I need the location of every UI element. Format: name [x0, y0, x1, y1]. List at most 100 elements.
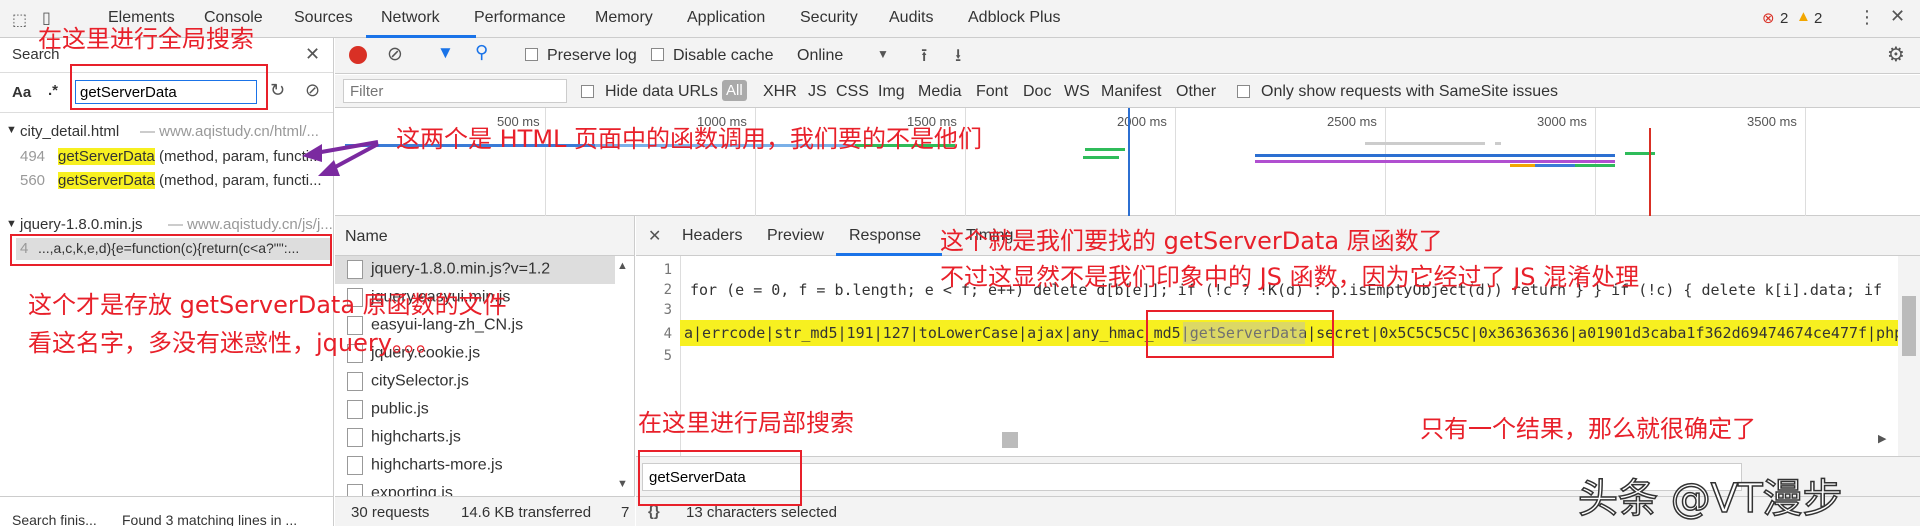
tab-sources[interactable]: Sources: [294, 9, 353, 27]
result-file-name[interactable]: jquery-1.8.0.min.js: [20, 216, 143, 233]
warning-icon[interactable]: ▲: [1796, 8, 1811, 25]
search-result-summary: Found 3 matching lines in ...: [122, 512, 298, 526]
request-row[interactable]: jquery-1.8.0.min.js?v=1.2: [347, 260, 550, 279]
search-icon[interactable]: ⚲: [475, 42, 488, 63]
request-row[interactable]: public.js: [347, 400, 429, 419]
type-filter-all[interactable]: All: [722, 80, 747, 101]
warning-count[interactable]: 2: [1814, 10, 1822, 27]
annotation-original-fn-1: 这个就是我们要找的 getServerData 原函数了: [940, 227, 1443, 255]
hide-data-urls-label[interactable]: Hide data URLs: [605, 83, 718, 101]
annotation-html-calls: 这两个是 HTML 页面中的函数调用，我们要的不是他们: [396, 125, 983, 153]
line-number: 4: [663, 326, 672, 342]
line-number: 3: [663, 302, 672, 318]
record-button[interactable]: [349, 46, 367, 64]
request-name: citySelector.js: [371, 372, 469, 390]
tab-headers[interactable]: Headers: [682, 227, 742, 245]
scrollbar-thumb[interactable]: [1902, 296, 1916, 356]
type-filter-other[interactable]: Other: [1176, 83, 1216, 101]
annotation-box-jquery-result: [10, 234, 332, 266]
throttle-select[interactable]: Online: [797, 47, 843, 65]
scroll-right-icon[interactable]: ▶: [1878, 432, 1886, 445]
name-column-header[interactable]: Name: [345, 228, 388, 246]
close-detail-icon[interactable]: ✕: [648, 226, 661, 246]
line-number: 1: [663, 262, 672, 278]
request-bar: [1083, 156, 1119, 159]
tab-audits[interactable]: Audits: [889, 9, 933, 27]
error-count[interactable]: 2: [1780, 10, 1788, 27]
request-name: highcharts.js: [371, 428, 461, 446]
scroll-up-icon[interactable]: ▲: [617, 260, 628, 272]
horizontal-scrollbar-thumb[interactable]: [1002, 432, 1018, 448]
disable-cache-checkbox[interactable]: [651, 48, 664, 61]
annotation-arrows: [302, 140, 379, 176]
export-har-icon[interactable]: ⭳: [955, 43, 961, 73]
tab-response[interactable]: Response: [849, 227, 921, 245]
samesite-label[interactable]: Only show requests with SameSite issues: [1261, 83, 1558, 101]
result-match: getServerData: [58, 148, 155, 165]
type-filter-manifest[interactable]: Manifest: [1101, 83, 1161, 101]
match-case-toggle[interactable]: Aa: [12, 84, 31, 101]
type-filter-js[interactable]: JS: [808, 83, 827, 101]
transferred-size: 14.6 KB transferred: [461, 504, 592, 521]
type-filter-ws[interactable]: WS: [1064, 83, 1090, 101]
tab-adblock-plus[interactable]: Adblock Plus: [968, 9, 1061, 27]
disable-cache-label[interactable]: Disable cache: [673, 47, 774, 65]
file-icon: [347, 400, 363, 419]
result-file-name[interactable]: city_detail.html: [20, 123, 119, 140]
close-search-icon[interactable]: ✕: [305, 44, 320, 65]
request-row[interactable]: citySelector.js: [347, 372, 469, 391]
timeline-tick: 2000 ms: [1117, 114, 1167, 129]
type-filter-css[interactable]: CSS: [836, 83, 869, 101]
local-search-input[interactable]: [642, 463, 1742, 491]
request-row[interactable]: exporting.js: [347, 484, 453, 496]
request-name: exporting.js: [371, 484, 453, 496]
file-icon: [347, 372, 363, 391]
regex-toggle[interactable]: .*: [48, 82, 58, 99]
result-file-expand-icon[interactable]: ▼: [6, 218, 17, 230]
more-options-icon[interactable]: ⋮: [1858, 7, 1876, 28]
tab-preview[interactable]: Preview: [767, 227, 824, 245]
file-icon: [347, 484, 363, 496]
type-filter-font[interactable]: Font: [976, 83, 1008, 101]
type-filter-xhr[interactable]: XHR: [763, 83, 797, 101]
request-row[interactable]: highcharts.js: [347, 428, 461, 447]
filter-input[interactable]: [343, 79, 567, 103]
samesite-checkbox[interactable]: [1237, 85, 1250, 98]
type-filter-doc[interactable]: Doc: [1023, 83, 1051, 101]
line-number: 5: [663, 348, 672, 364]
result-file-url: — www.aqistudy.cn/js/j...: [168, 216, 333, 233]
refresh-icon[interactable]: ↻: [270, 80, 285, 101]
result-file-expand-icon[interactable]: ▼: [6, 124, 17, 136]
type-filter-img[interactable]: Img: [878, 83, 905, 101]
scroll-down-icon[interactable]: ▼: [617, 478, 628, 490]
watermark: 头条 @VT漫步: [1577, 475, 1843, 523]
request-row[interactable]: highcharts-more.js: [347, 456, 503, 475]
request-name: public.js: [371, 400, 429, 418]
tab-performance[interactable]: Performance: [474, 9, 566, 27]
error-icon[interactable]: ⊗: [1762, 9, 1775, 27]
filter-icon[interactable]: ▼: [437, 43, 454, 63]
tab-application[interactable]: Application: [687, 9, 765, 27]
clear-log-icon[interactable]: ⊘: [387, 43, 403, 66]
vertical-scrollbar[interactable]: [1898, 256, 1920, 456]
search-status: Search finis...: [12, 512, 97, 526]
tab-security[interactable]: Security: [800, 9, 858, 27]
clear-icon[interactable]: ⊘: [305, 80, 320, 101]
selection-info: 13 characters selected: [686, 504, 837, 521]
inspect-element-icon[interactable]: ⬚: [12, 10, 27, 30]
tab-memory[interactable]: Memory: [595, 9, 653, 27]
chevron-down-icon[interactable]: ▼: [877, 47, 889, 61]
preserve-log-label[interactable]: Preserve log: [547, 47, 637, 65]
result-line-number: 494: [20, 148, 46, 165]
close-devtools-icon[interactable]: ✕: [1890, 6, 1905, 27]
timeline-tick: 2500 ms: [1327, 114, 1377, 129]
import-har-icon[interactable]: ⭱: [921, 43, 927, 73]
request-bar: [1255, 154, 1615, 157]
devtools-tab-bar: ⬚ ▯ Elements Console Sources Network Per…: [0, 0, 1920, 38]
hide-data-urls-checkbox[interactable]: [581, 85, 594, 98]
timeline-tick: 3000 ms: [1537, 114, 1587, 129]
settings-gear-icon[interactable]: ⚙: [1887, 42, 1905, 67]
preserve-log-checkbox[interactable]: [525, 48, 538, 61]
type-filter-media[interactable]: Media: [918, 83, 962, 101]
tab-network[interactable]: Network: [381, 9, 440, 27]
